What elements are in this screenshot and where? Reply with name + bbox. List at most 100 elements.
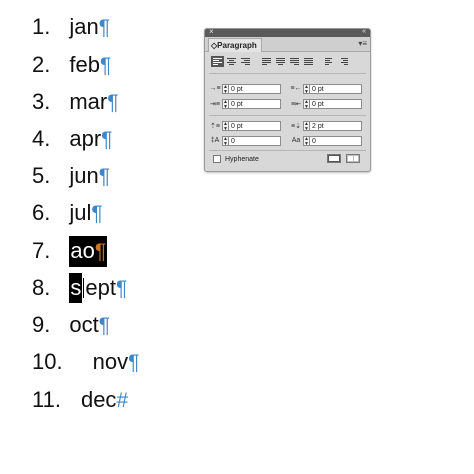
list-number: 2. [32,52,51,77]
first-line-indent-input[interactable]: 0 pt [229,98,281,109]
list-text[interactable]: apr [69,124,101,154]
hyphenate-label[interactable]: Hyphenate [225,156,259,163]
pilcrow-icon: ¶ [115,277,128,300]
selected-text[interactable]: ao¶ [69,236,108,267]
left-indent-icon: →≡ [209,85,221,92]
drop-cap-chars-input[interactable]: 0 [310,135,362,146]
space-before-input[interactable]: 0 pt [229,120,281,131]
list-text[interactable]: oct [69,310,98,340]
last-line-indent-stepper[interactable]: ▲ ▼ [303,98,310,109]
list-item[interactable]: 8. s ept¶ [32,273,127,303]
selected-text[interactable]: s [69,273,83,303]
list-item[interactable]: 6. jul¶ [32,198,103,228]
close-icon[interactable]: × [209,27,214,37]
right-indent-stepper[interactable]: ▲ ▼ [303,83,310,94]
divider [209,73,366,74]
list-item[interactable]: 11. dec# [32,385,128,415]
pilcrow-icon: ¶ [128,351,140,374]
list-item[interactable]: 10. nov¶ [32,347,139,377]
left-indent-stepper[interactable]: ▲ ▼ [222,83,229,94]
list-number: 7. [32,238,51,263]
drop-cap-lines-icon: ‡A [210,137,220,144]
list-text[interactable]: ept [85,273,116,303]
list-number: 9. [32,312,51,337]
right-indent-icon: ≡← [290,85,302,92]
align-right-button[interactable] [239,56,252,67]
align-towards-spine-button[interactable] [323,56,336,67]
pilcrow-icon: ¶ [101,128,113,151]
list-text[interactable]: jul [69,198,91,228]
tab-paragraph[interactable]: ◇Paragraph [208,38,262,52]
space-before-stepper[interactable]: ▲ ▼ [222,120,229,131]
space-before-icon: ⇡≡ [210,122,220,130]
drop-cap-lines-stepper[interactable]: ▲ ▼ [222,135,229,146]
list-text[interactable]: jun [69,161,98,191]
space-after-icon: ≡⇣ [291,122,301,130]
space-after-input[interactable]: 2 pt [310,120,362,131]
list-item[interactable]: 2. feb¶ [32,50,111,80]
list-item[interactable]: 4. apr¶ [32,124,112,154]
end-of-story-icon: # [116,389,129,412]
drop-cap-lines-field: ‡A ▲ ▼ 0 [208,135,281,146]
align-left-button[interactable] [211,56,224,67]
justify-right-button[interactable] [288,56,301,67]
pilcrow-icon: ¶ [98,314,110,337]
span-single-column-button[interactable] [327,154,341,163]
space-after-field: ≡⇣ ▲ ▼ 2 pt [289,120,362,131]
pilcrow-icon: ¶ [98,165,110,188]
first-line-indent-field: ⇥≡ ▲ ▼ 0 pt [208,98,281,109]
last-line-indent-input[interactable]: 0 pt [310,98,362,109]
span-columns-button[interactable] [346,154,360,163]
divider [209,115,366,116]
tab-label: Paragraph [217,41,257,50]
panel-menu-icon[interactable]: ▾≡ [358,39,367,48]
pilcrow-icon: ¶ [98,16,110,39]
left-indent-input[interactable]: 0 pt [229,83,281,94]
list-item[interactable]: 5. jun¶ [32,161,110,191]
alignment-buttons [211,56,350,67]
collapse-icon[interactable]: « [362,27,366,37]
list-number: 5. [32,163,51,188]
justify-left-button[interactable] [260,56,273,67]
drop-cap-chars-icon: Aa [291,137,301,144]
list-item[interactable]: 3. mar¶ [32,87,119,117]
left-indent-field: →≡ ▲ ▼ 0 pt [208,83,281,94]
panel-titlebar[interactable]: × « [205,27,370,37]
document-canvas: 1. jan¶ 2. feb¶ 3. mar¶ 4. apr¶ 5. jun¶ 6. jul… [0,0,474,474]
drop-cap-lines-input[interactable]: 0 [229,135,281,146]
list-number: 4. [32,126,51,151]
list-text[interactable]: dec [81,385,116,415]
panel-tabbar: ◇Paragraph ▾≡ [205,37,370,52]
list-number: 11. [32,387,61,412]
pilcrow-icon: ¶ [99,54,112,77]
list-text[interactable]: nov [93,347,128,377]
list-text: ao [70,238,95,263]
pilcrow-icon: ¶ [91,202,103,225]
list-item[interactable]: 1. jan¶ [32,12,110,42]
list-text[interactable]: jan [69,12,98,42]
paragraph-panel: × « ◇Paragraph ▾≡ →≡ ▲ ▼ 0 pt ≡← ▲ ▼ 0 p… [204,27,371,172]
justify-all-button[interactable] [302,56,315,67]
space-after-stepper[interactable]: ▲ ▼ [303,120,310,131]
hyphenate-checkbox[interactable] [213,155,221,163]
drop-cap-chars-field: Aa ▲ ▼ 0 [289,135,362,146]
list-number: 6. [32,200,51,225]
justify-center-button[interactable] [274,56,287,67]
align-away-spine-button[interactable] [337,56,350,67]
list-text[interactable]: mar [69,87,107,117]
right-indent-input[interactable]: 0 pt [310,83,362,94]
align-center-button[interactable] [225,56,238,67]
pilcrow-icon: ¶ [107,91,119,114]
last-line-indent-field: ≡⇤ ▲ ▼ 0 pt [289,98,362,109]
list-number: 3. [32,89,51,114]
list-item[interactable]: 7. ao¶ [32,236,108,267]
drop-cap-chars-stepper[interactable]: ▲ ▼ [303,135,310,146]
space-before-field: ⇡≡ ▲ ▼ 0 pt [208,120,281,131]
last-line-indent-icon: ≡⇤ [291,100,301,108]
list-item[interactable]: 9. oct¶ [32,310,110,340]
first-line-indent-stepper[interactable]: ▲ ▼ [222,98,229,109]
divider [209,150,366,151]
hyphenate-row: Hyphenate [213,155,259,163]
list-text[interactable]: feb [69,50,100,80]
right-indent-field: ≡← ▲ ▼ 0 pt [289,83,362,94]
